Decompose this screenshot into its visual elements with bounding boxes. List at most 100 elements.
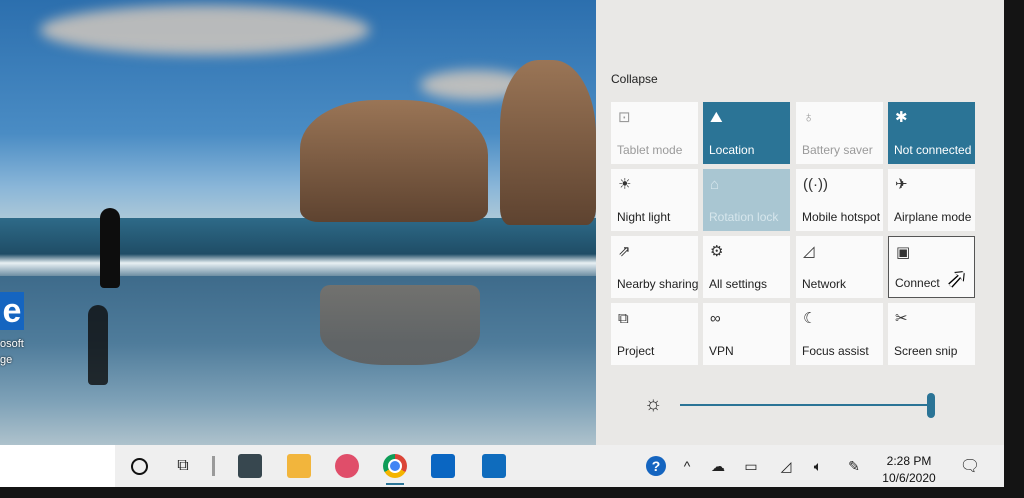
quick-action-tablet-mode[interactable]: ⊡ Tablet mode [611, 102, 698, 164]
outlook-icon [482, 454, 506, 478]
trello-icon [431, 454, 455, 478]
airplane-icon: ✈ [895, 176, 908, 193]
wallpaper-rock-arch [500, 60, 596, 225]
collapse-button[interactable]: Collapse [611, 72, 658, 86]
taskbar-separator [208, 445, 218, 487]
night-light-icon: ☀ [618, 176, 632, 193]
mouse-cursor-icon: ➚ [946, 263, 968, 293]
taskbar-search-box[interactable] [0, 445, 115, 487]
quick-action-battery-saver[interactable]: ♁ Battery saver [796, 102, 883, 164]
edge-desktop-icon[interactable]: e [0, 292, 24, 330]
file-explorer-taskbar-button[interactable] [285, 445, 313, 487]
chevron-up-icon: ^ [683, 458, 691, 474]
edge-desktop-label[interactable]: ge [0, 354, 12, 366]
quick-action-label: Connect [895, 276, 940, 290]
clock-time: 2:28 PM [886, 454, 932, 468]
calculator-taskbar-button[interactable] [236, 445, 264, 487]
quick-action-network[interactable]: ◿ Network [796, 236, 883, 298]
quick-action-label: Battery saver [802, 143, 873, 157]
task-view-button[interactable]: ⧉ [170, 445, 196, 487]
wallpaper-runner [100, 208, 120, 288]
calculator-icon [238, 454, 262, 478]
wallpaper-cloud [40, 5, 370, 55]
speaker-icon: 🔈︎ [813, 457, 823, 474]
notification-icon: 🗨︎ [959, 458, 981, 475]
quick-action-project[interactable]: ⧉ Project [611, 303, 698, 365]
quick-action-label: Nearby sharing [617, 277, 699, 291]
quick-action-label: Network [802, 277, 847, 291]
brightness-slider-track[interactable] [680, 404, 930, 406]
show-hidden-icons-button[interactable]: ^ [678, 445, 696, 487]
chrome-taskbar-button[interactable] [380, 445, 410, 487]
cloud-icon: ☁ [711, 457, 725, 474]
clock-date: 10/6/2020 [882, 471, 936, 485]
battery-saver-icon: ♁ [803, 109, 815, 126]
nearby-sharing-icon: ⇗ [618, 243, 631, 260]
quick-action-location[interactable]: ⛰ Location [703, 102, 790, 164]
task-view-icon: ⧉ [177, 457, 189, 474]
quick-action-not-connected[interactable]: ✱ Not connected [888, 102, 975, 164]
brightness-slider-thumb[interactable] [927, 393, 935, 418]
quick-action-label: Airplane mode [894, 210, 972, 224]
brightness-icon: ☼ [644, 393, 663, 415]
quick-action-night-light[interactable]: ☀ Night light [611, 169, 698, 231]
quick-action-vpn[interactable]: ∞ VPN [703, 303, 790, 365]
quick-action-label: All settings [709, 277, 768, 291]
paint-taskbar-button[interactable] [333, 445, 361, 487]
bluetooth-icon: ✱ [895, 109, 908, 126]
quick-action-label: Night light [617, 210, 671, 224]
taskbar-clock[interactable]: 2:28 PM 10/6/2020 [874, 453, 944, 487]
quick-action-label: VPN [709, 344, 734, 358]
help-icon: ? [646, 456, 666, 476]
quick-action-mobile-hotspot[interactable]: ((·)) Mobile hotspot [796, 169, 883, 231]
onedrive-tray-button[interactable]: ☁ [707, 445, 729, 487]
wallpaper-reflection [320, 285, 480, 365]
taskbar: ⧉ ? ^ ☁ ▭ ◿ 🔈︎ ✎ 2:28 PM 10/6/2020 🗨︎ [0, 445, 1004, 487]
vpn-icon: ∞ [710, 310, 721, 327]
tablet-mode-icon: ⊡ [618, 109, 631, 126]
quick-action-label: Rotation lock [709, 210, 779, 224]
quick-action-all-settings[interactable]: ⚙ All settings [703, 236, 790, 298]
quick-action-label: Tablet mode [617, 143, 683, 157]
quick-action-label: Focus assist [802, 344, 869, 358]
action-center-button[interactable]: 🗨︎ [956, 445, 984, 487]
wallpaper-sea [0, 218, 596, 278]
paint-icon [335, 454, 359, 478]
action-center-panel: Collapse ⊡ Tablet mode ⛰ Location ♁ Battery s… [596, 0, 1004, 445]
gear-icon: ⚙ [710, 243, 724, 260]
quick-action-label: Not connected [894, 143, 972, 157]
battery-icon: ▭ [744, 457, 758, 474]
location-icon: ⛰ [710, 109, 723, 126]
project-icon: ⧉ [618, 310, 629, 327]
quick-action-nearby-sharing[interactable]: ⇗ Nearby sharing [611, 236, 698, 298]
battery-tray-button[interactable]: ▭ [740, 445, 762, 487]
network-icon: ◿ [803, 243, 815, 260]
quick-action-label: Project [617, 344, 655, 358]
outlook-taskbar-button[interactable] [479, 445, 509, 487]
quick-action-label: Location [709, 143, 755, 157]
edge-desktop-label[interactable]: osoft [0, 338, 24, 350]
pen-icon: ✎ [848, 457, 860, 474]
help-tray-button[interactable]: ? [644, 445, 668, 487]
wifi-tray-button[interactable]: ◿ [775, 445, 797, 487]
focus-assist-icon: ☾ [803, 310, 817, 327]
quick-action-rotation-lock[interactable]: ⌂ Rotation lock [703, 169, 790, 231]
screen-snip-icon: ✂ [895, 310, 908, 327]
quick-action-screen-snip[interactable]: ✂ Screen snip [888, 303, 975, 365]
quick-action-airplane-mode[interactable]: ✈ Airplane mode [888, 169, 975, 231]
connect-icon: ▣ [896, 244, 911, 261]
folder-icon [287, 454, 311, 478]
rotation-lock-icon: ⌂ [710, 176, 720, 193]
trello-taskbar-button[interactable] [429, 445, 457, 487]
wifi-icon: ◿ [780, 457, 792, 474]
desktop-wallpaper: e osoft ge [0, 0, 596, 445]
mobile-hotspot-icon: ((·)) [803, 176, 828, 193]
wallpaper-rock [300, 100, 488, 222]
pen-workspace-button[interactable]: ✎ [843, 445, 865, 487]
wallpaper-runner-reflection [88, 305, 108, 385]
cortana-button[interactable] [126, 445, 152, 487]
quick-action-focus-assist[interactable]: ☾ Focus assist [796, 303, 883, 365]
chrome-icon [383, 454, 407, 478]
volume-tray-button[interactable]: 🔈︎ [807, 445, 829, 487]
quick-action-label: Screen snip [894, 344, 958, 358]
